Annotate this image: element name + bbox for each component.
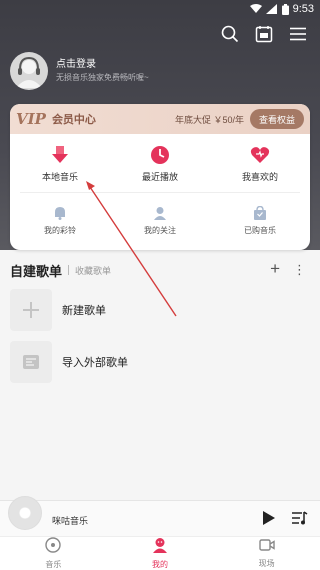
- purchased-label: 已购音乐: [244, 226, 276, 235]
- user-icon: [152, 537, 168, 558]
- import-icon: [10, 341, 52, 383]
- album-disc[interactable]: [8, 496, 42, 530]
- header-icons: [220, 24, 308, 44]
- vip-logo: VIP: [16, 110, 46, 128]
- import-playlist-item[interactable]: 导入外部歌单: [10, 341, 310, 383]
- recent-play-label: 最近播放: [141, 172, 178, 182]
- local-music-item[interactable]: 本地音乐: [10, 134, 110, 192]
- playlist-header: 自建歌单 收藏歌单 + ⋮: [10, 260, 310, 280]
- search-icon[interactable]: [220, 24, 240, 44]
- nav-music[interactable]: 音乐: [0, 537, 107, 570]
- bottom-nav: 音乐 我的 现场: [0, 536, 320, 570]
- more-icon[interactable]: ⋮: [293, 262, 306, 278]
- login-label[interactable]: 点击登录: [56, 58, 149, 72]
- add-playlist-icon[interactable]: +: [270, 260, 280, 277]
- view-benefits-button[interactable]: 查看权益: [250, 109, 304, 129]
- profile-subtitle: 无损音乐独家免费畅听喔~: [56, 73, 149, 82]
- following-item[interactable]: 我的关注: [110, 193, 210, 249]
- tab-my-playlists[interactable]: 自建歌单: [10, 261, 62, 280]
- plus-icon: [10, 289, 52, 331]
- menu-icon[interactable]: [288, 24, 308, 44]
- create-playlist-item[interactable]: 新建歌单: [10, 289, 310, 331]
- quick-access-row: 本地音乐 最近播放 我喜欢的: [10, 134, 310, 192]
- secondary-access-row: 我的彩铃 我的关注 已购音乐: [10, 193, 310, 249]
- nav-mine[interactable]: 我的: [107, 537, 214, 570]
- nav-live-label: 现场: [258, 559, 275, 568]
- following-label: 我的关注: [144, 226, 176, 235]
- create-playlist-label: 新建歌单: [62, 305, 106, 317]
- video-icon: [258, 538, 275, 557]
- nav-live[interactable]: 现场: [213, 537, 320, 570]
- nav-mine-label: 我的: [152, 560, 168, 569]
- status-time: 9:53: [292, 3, 314, 15]
- vip-promo: 年底大促 ￥50/年: [174, 115, 244, 125]
- favorites-label: 我喜欢的: [241, 172, 278, 182]
- vip-title: 会员中心: [51, 114, 96, 126]
- bell-icon: [52, 205, 68, 221]
- favorites-item[interactable]: 我喜欢的: [210, 134, 310, 192]
- purchased-item[interactable]: 已购音乐: [210, 193, 310, 249]
- vip-card: VIP 会员中心 年底大促 ￥50/年 查看权益 本地音乐 最近播放 我喜欢的: [10, 104, 310, 250]
- profile-login[interactable]: 点击登录 无损音乐独家免费畅听喔~: [10, 52, 149, 90]
- now-playing-title[interactable]: 咪咕音乐: [52, 514, 88, 527]
- bag-icon: [252, 205, 268, 221]
- play-icon[interactable]: [262, 510, 276, 531]
- tab-collected-playlists[interactable]: 收藏歌单: [75, 264, 111, 277]
- tab-separator: [68, 265, 70, 275]
- vip-banner[interactable]: VIP 会员中心 年底大促 ￥50/年 查看权益: [10, 104, 310, 134]
- import-playlist-label: 导入外部歌单: [62, 357, 128, 369]
- signal-icon: [265, 4, 278, 14]
- heart-icon: [249, 144, 271, 166]
- ringtone-item[interactable]: 我的彩铃: [10, 193, 110, 249]
- download-icon: [49, 144, 71, 166]
- battery-icon: [281, 4, 289, 15]
- scan-calendar-icon[interactable]: [254, 24, 274, 44]
- local-music-label: 本地音乐: [41, 172, 78, 182]
- music-disc-icon: [45, 537, 62, 558]
- clock-icon: [149, 144, 171, 166]
- playlist-queue-icon[interactable]: [292, 510, 308, 531]
- ringtone-label: 我的彩铃: [44, 226, 76, 235]
- nav-music-label: 音乐: [45, 560, 62, 569]
- person-icon: [152, 205, 168, 221]
- avatar[interactable]: [10, 52, 48, 90]
- wifi-icon: [249, 4, 262, 14]
- recent-play-item[interactable]: 最近播放: [110, 134, 210, 192]
- status-bar: 9:53: [0, 0, 320, 18]
